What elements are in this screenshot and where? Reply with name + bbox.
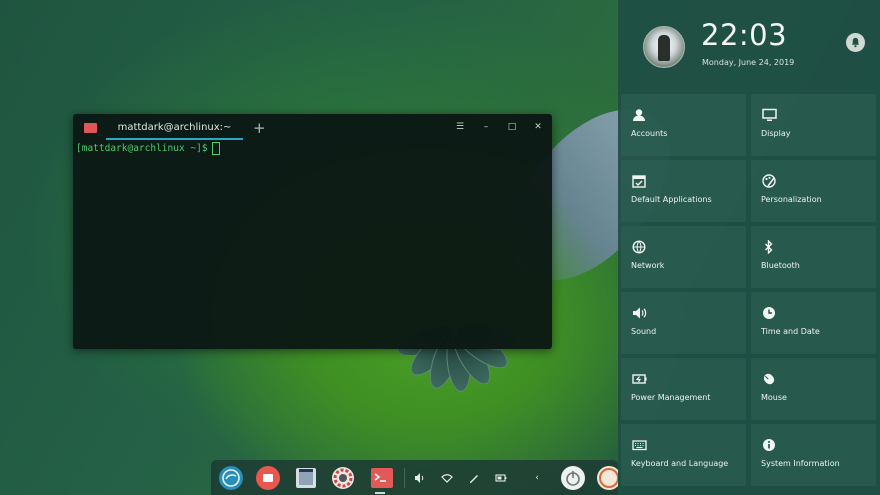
multitasking-icon[interactable] [255, 465, 281, 491]
tile-network[interactable]: Network [621, 226, 746, 288]
dock-separator [404, 468, 405, 488]
battery-icon [631, 371, 647, 387]
tile-label: Sound [631, 327, 657, 336]
launcher-icon[interactable] [218, 465, 244, 491]
minimize-button[interactable]: – [480, 122, 492, 132]
bluetooth-icon [761, 239, 777, 255]
active-app-indicator [375, 492, 385, 494]
tile-label: Accounts [631, 129, 668, 138]
user-icon [631, 107, 647, 123]
power-icon[interactable] [560, 465, 586, 491]
info-icon [761, 437, 777, 453]
volume-icon[interactable] [414, 472, 426, 484]
tile-label: Bluetooth [761, 261, 800, 270]
text-cursor [211, 142, 220, 155]
clock-time: 22:03 [701, 18, 788, 52]
maximize-button[interactable]: □ [506, 122, 518, 132]
file-manager-icon[interactable] [293, 465, 319, 491]
clock-icon [761, 305, 777, 321]
user-avatar[interactable] [643, 26, 685, 68]
tile-power-management[interactable]: Power Management [621, 358, 746, 420]
tile-sound[interactable]: Sound [621, 292, 746, 354]
tile-time-and-date[interactable]: Time and Date [751, 292, 876, 354]
tile-label: Display [761, 129, 791, 138]
tile-system-information[interactable]: System Information [751, 424, 876, 486]
palette-icon [761, 173, 777, 189]
menu-button[interactable]: ☰ [454, 122, 466, 132]
trash-app-icon[interactable] [596, 465, 622, 491]
terminal-app-icon[interactable] [369, 465, 395, 491]
tile-label: Keyboard and Language [631, 459, 729, 468]
tile-personalization[interactable]: Personalization [751, 160, 876, 222]
notification-bell-icon[interactable] [846, 33, 865, 52]
terminal-titlebar[interactable]: mattdark@archlinux:~ + ☰ – □ ✕ [73, 114, 552, 141]
tile-label: Network [631, 261, 665, 270]
close-button[interactable]: ✕ [532, 122, 544, 132]
active-tab-indicator [106, 138, 243, 140]
tile-bluetooth[interactable]: Bluetooth [751, 226, 876, 288]
tile-default-applications[interactable]: Default Applications [621, 160, 746, 222]
monitor-icon [761, 107, 777, 123]
wifi-icon[interactable] [441, 472, 453, 484]
add-tab-button[interactable]: + [253, 119, 266, 137]
terminal-body[interactable]: [mattdark@archlinux ~]$ [76, 141, 549, 346]
tile-label: Default Applications [631, 195, 712, 204]
tile-accounts[interactable]: Accounts [621, 94, 746, 156]
mouse-icon [761, 371, 777, 387]
terminal-tab[interactable]: mattdark@archlinux:~ [106, 114, 243, 141]
tile-label: Personalization [761, 195, 822, 204]
default-apps-icon [631, 173, 647, 189]
battery-tray-icon[interactable] [495, 472, 507, 484]
shell-prompt: [mattdark@archlinux ~]$ [76, 143, 208, 154]
tray-chevron-icon[interactable]: ‹ [531, 472, 543, 484]
folder-icon[interactable] [84, 123, 97, 133]
tile-label: Mouse [761, 393, 787, 402]
tile-keyboard-and-language[interactable]: Keyboard and Language [621, 424, 746, 486]
tile-display[interactable]: Display [751, 94, 876, 156]
pen-icon[interactable] [468, 472, 480, 484]
speaker-icon [631, 305, 647, 321]
settings-gear-icon[interactable] [330, 465, 356, 491]
terminal-window[interactable]: mattdark@archlinux:~ + ☰ – □ ✕ [mattdark… [73, 114, 552, 349]
keyboard-icon [631, 437, 647, 453]
tile-label: Time and Date [761, 327, 820, 336]
dock: ‹ [211, 460, 621, 495]
tile-label: System Information [761, 459, 840, 468]
tile-label: Power Management [631, 393, 711, 402]
network-icon [631, 239, 647, 255]
clock-date: Monday, June 24, 2019 [702, 58, 795, 67]
tile-mouse[interactable]: Mouse [751, 358, 876, 420]
